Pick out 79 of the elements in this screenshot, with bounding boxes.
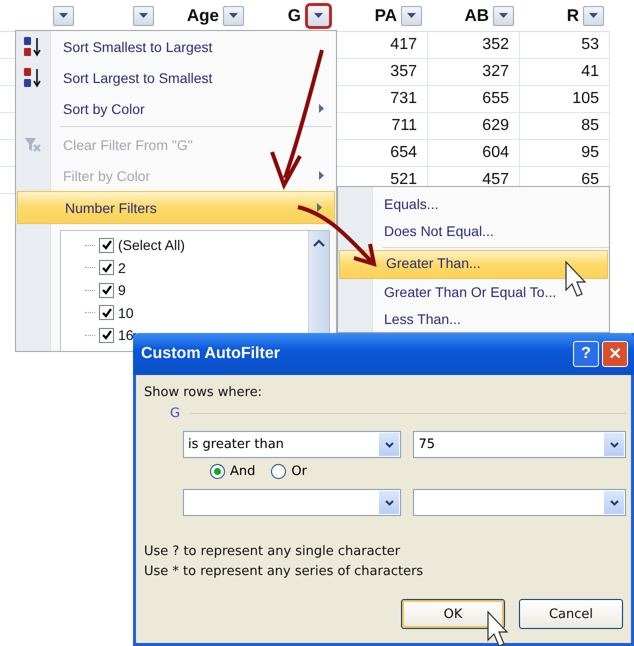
menu-item[interactable]: Equals...	[338, 191, 609, 218]
table-cell: 327	[428, 59, 520, 85]
window-title: Custom AutoFilter	[141, 345, 281, 363]
submenu-arrow-icon	[317, 203, 322, 212]
chevron-down-icon[interactable]	[610, 500, 618, 506]
field-name: G	[170, 406, 180, 421]
checkbox[interactable]	[99, 260, 114, 276]
dropdown-arrow-icon	[314, 13, 323, 18]
radio-label: Or	[291, 464, 307, 479]
radio-label: And	[230, 464, 256, 479]
scroll-up-icon[interactable]	[313, 239, 325, 247]
cursor-icon	[565, 260, 586, 297]
table-cell: 105	[520, 86, 610, 112]
table-cell: 417	[338, 32, 428, 58]
list-item-label: (Select All)	[118, 237, 185, 254]
close-button[interactable]: ✕	[602, 341, 628, 367]
dialog-button[interactable]: Cancel	[519, 599, 623, 629]
operator-dropdown[interactable]: is greater than	[183, 431, 402, 458]
filter-dropdown-button[interactable]	[493, 6, 514, 26]
value-dropdown[interactable]: 75	[413, 431, 626, 458]
checkbox[interactable]	[99, 328, 114, 343]
checkbox[interactable]	[99, 238, 114, 253]
dropdown-arrow-icon	[589, 13, 598, 18]
filter-dropdown-button[interactable]	[53, 6, 74, 26]
table-cell: 731	[338, 86, 428, 112]
radio-button[interactable]	[210, 464, 225, 479]
menu-item[interactable]: Sort Smallest to Largest	[16, 31, 336, 62]
clear-filter-icon	[24, 136, 42, 152]
chevron-down-icon[interactable]	[610, 442, 618, 448]
column-header: R	[566, 6, 579, 26]
dropdown-arrow-icon	[59, 13, 68, 18]
filter-dropdown-button[interactable]	[401, 6, 422, 26]
column-header: AB	[464, 6, 489, 26]
filter-dropdown-button[interactable]	[305, 2, 332, 28]
cursor-icon	[487, 610, 508, 646]
dropdown-arrow-icon	[229, 13, 238, 18]
dropdown-arrow-icon	[499, 13, 508, 18]
list-item-label: 9	[118, 282, 126, 298]
menu-item[interactable]: Greater Than...	[339, 250, 608, 279]
column-header: G	[288, 6, 301, 26]
filter-dropdown-button[interactable]	[583, 6, 604, 26]
prompt-label: Show rows where:	[144, 385, 264, 400]
table-cell: 53	[520, 32, 610, 58]
table-cell: 352	[428, 32, 520, 58]
dialog-button[interactable]: OK	[401, 599, 505, 629]
table-cell: 654	[338, 140, 428, 166]
list-item-label: 10	[118, 304, 134, 321]
checkbox[interactable]	[99, 305, 114, 320]
filter-dropdown-button[interactable]	[223, 6, 244, 26]
table-cell: 85	[520, 113, 610, 139]
dropdown-arrow-icon	[139, 13, 148, 18]
menu-item[interactable]: Sort by Color	[16, 93, 336, 124]
menu-item[interactable]: Does Not Equal...	[338, 218, 609, 245]
list-item-label: 16	[118, 327, 134, 344]
menu-item[interactable]: Greater Than Or Equal To...	[338, 279, 609, 306]
submenu-arrow-icon	[319, 171, 324, 180]
hint-text: Use * to represent any series of characters	[144, 564, 424, 579]
table-cell: 604	[428, 140, 520, 166]
checkbox[interactable]	[99, 282, 114, 298]
table-cell: 655	[428, 86, 520, 112]
table-cell: 41	[520, 59, 610, 85]
menu-item[interactable]: Less Than...	[338, 306, 609, 332]
list-item-label: 2	[118, 260, 126, 276]
table-cell: 711	[338, 113, 428, 139]
submenu-arrow-icon	[319, 104, 324, 113]
filter-dropdown-button[interactable]	[133, 6, 154, 26]
hint-text: Use ? to represent any single character	[144, 544, 402, 559]
dropdown-arrow-icon	[407, 13, 416, 18]
table-cell: 629	[428, 113, 520, 139]
help-button[interactable]: ?	[573, 341, 599, 367]
chevron-down-icon[interactable]	[384, 442, 394, 448]
menu-item[interactable]: Number Filters	[17, 191, 335, 224]
chevron-down-icon[interactable]	[384, 500, 394, 506]
table-cell: 357	[338, 59, 428, 85]
column-header: Age	[186, 6, 219, 26]
menu-item[interactable]: Sort Largest to Smallest	[16, 62, 336, 93]
column-header: PA	[374, 6, 397, 26]
table-cell: 95	[520, 140, 610, 166]
radio-button[interactable]	[271, 464, 286, 479]
